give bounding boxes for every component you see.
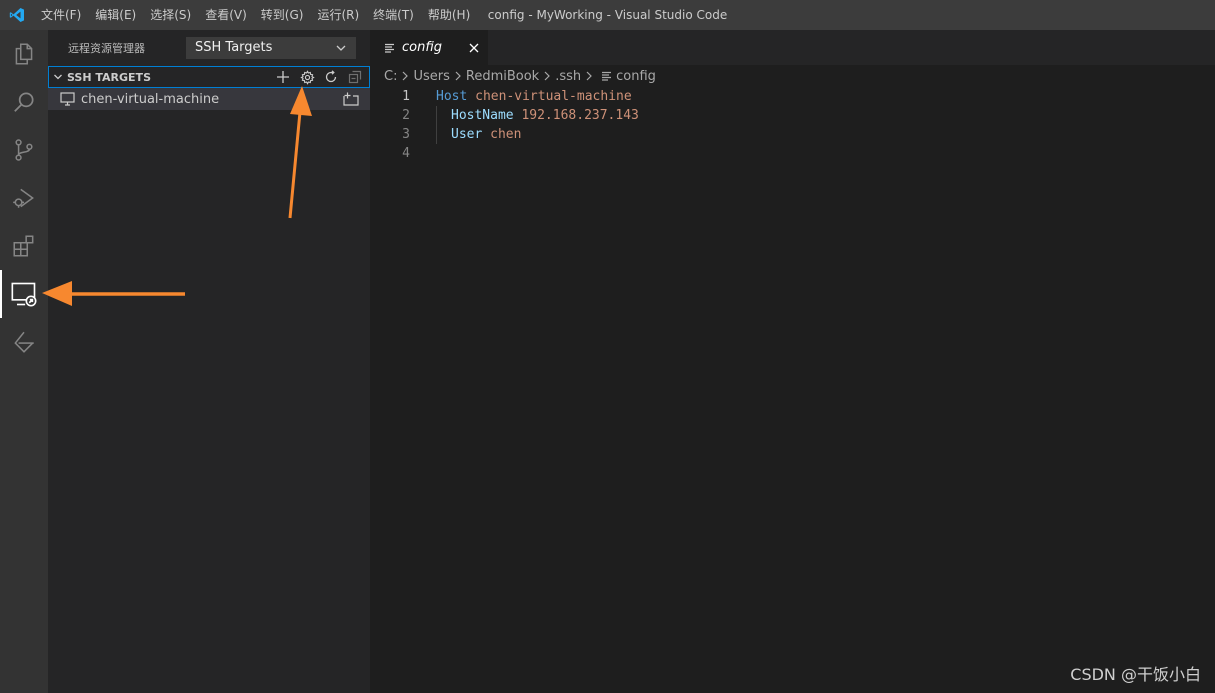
tab-bar: config <box>370 30 1215 65</box>
indent-guide <box>436 106 451 125</box>
sidebar-header: 远程资源管理器 SSH Targets <box>48 30 370 65</box>
lines-file-icon <box>601 71 612 81</box>
activity-bar <box>0 30 48 693</box>
code-line: 2 HostName 192.168.237.143 <box>370 106 1215 125</box>
run-debug-icon <box>13 188 34 208</box>
search-icon <box>14 92 34 112</box>
code-value: chen-virtual-machine <box>475 89 632 104</box>
close-icon[interactable] <box>460 43 488 53</box>
line-number: 3 <box>402 127 410 142</box>
remote-target-select-value: SSH Targets <box>195 40 273 55</box>
remote-target-select[interactable]: SSH Targets <box>186 36 356 59</box>
tab-config[interactable]: config <box>370 30 488 65</box>
chevron-right-icon <box>454 71 462 81</box>
add-icon[interactable] <box>275 69 291 85</box>
open-in-new-window-icon[interactable] <box>340 92 362 106</box>
extensions-icon <box>13 235 34 257</box>
breadcrumb: C: Users RedmiBook .ssh config <box>370 65 1215 87</box>
menu-terminal[interactable]: 终端(T) <box>366 0 421 30</box>
menu-go[interactable]: 转到(G) <box>254 0 311 30</box>
menu-edit[interactable]: 编辑(E) <box>88 0 143 30</box>
breadcrumb-config[interactable]: config <box>616 69 656 84</box>
watermark: CSDN @干饭小白 <box>1070 665 1201 684</box>
chevron-down-icon <box>49 72 67 82</box>
line-number: 2 <box>402 108 410 123</box>
code-editor[interactable]: 1 Host chen-virtual-machine 2 HostName 1… <box>370 87 1215 163</box>
remote-explorer-icon <box>11 282 37 307</box>
activity-explorer[interactable] <box>0 30 48 78</box>
code-line: 3 User chen <box>370 125 1215 144</box>
menu-selection[interactable]: 选择(S) <box>143 0 198 30</box>
ssh-host-label: chen-virtual-machine <box>81 91 220 107</box>
line-number: 1 <box>402 89 410 104</box>
ssh-targets-section-header[interactable]: SSH TARGETS <box>48 66 370 88</box>
lines-file-icon <box>384 43 398 53</box>
source-control-icon <box>15 139 33 161</box>
vscode-logo-icon <box>0 0 34 30</box>
breadcrumb-users[interactable]: Users <box>413 69 449 84</box>
activity-remote-explorer[interactable] <box>0 270 48 318</box>
code-line: 4 <box>370 144 1215 163</box>
activity-run-debug[interactable] <box>0 174 48 222</box>
collapse-all-icon[interactable] <box>347 69 363 85</box>
code-key: HostName <box>451 108 514 123</box>
menu-view[interactable]: 查看(V) <box>198 0 254 30</box>
remote-extension-icon <box>14 331 34 353</box>
code-key: User <box>451 127 483 142</box>
gear-icon[interactable] <box>299 69 315 85</box>
activity-search[interactable] <box>0 78 48 126</box>
explorer-icon <box>15 43 33 65</box>
sidebar: 远程资源管理器 SSH Targets SSH TARGETS chen-vir… <box>48 30 370 693</box>
chevron-right-icon <box>543 71 551 81</box>
breadcrumb-redmibook[interactable]: RedmiBook <box>466 69 539 84</box>
monitor-icon <box>60 92 75 106</box>
breadcrumb-drive[interactable]: C: <box>384 69 397 84</box>
menu-help[interactable]: 帮助(H) <box>421 0 477 30</box>
breadcrumb-ssh[interactable]: .ssh <box>555 69 581 84</box>
tab-config-label: config <box>402 40 442 55</box>
menu-bar: 文件(F) 编辑(E) 选择(S) 查看(V) 转到(G) 运行(R) 终端(T… <box>34 0 477 30</box>
chevron-right-icon <box>401 71 409 81</box>
activity-extensions[interactable] <box>0 222 48 270</box>
activity-source-control[interactable] <box>0 126 48 174</box>
title-bar: 文件(F) 编辑(E) 选择(S) 查看(V) 转到(G) 运行(R) 终端(T… <box>0 0 1215 30</box>
code-line: 1 Host chen-virtual-machine <box>370 87 1215 106</box>
code-value: 192.168.237.143 <box>521 108 639 123</box>
code-value: chen <box>490 127 522 142</box>
chevron-right-icon <box>585 71 593 81</box>
menu-run[interactable]: 运行(R) <box>310 0 366 30</box>
ssh-targets-section-title: SSH TARGETS <box>67 70 151 84</box>
chevron-down-icon <box>336 45 346 51</box>
indent-guide <box>436 125 451 144</box>
activity-remote-extension[interactable] <box>0 318 48 366</box>
refresh-icon[interactable] <box>323 69 339 85</box>
code-key: Host <box>436 89 468 104</box>
editor-area: config C: Users RedmiBook .ssh config 1 … <box>370 30 1215 693</box>
menu-file[interactable]: 文件(F) <box>34 0 88 30</box>
line-number: 4 <box>402 146 410 161</box>
section-actions <box>275 69 369 85</box>
ssh-host-item[interactable]: chen-virtual-machine <box>48 88 370 110</box>
sidebar-title: 远程资源管理器 <box>68 41 145 55</box>
